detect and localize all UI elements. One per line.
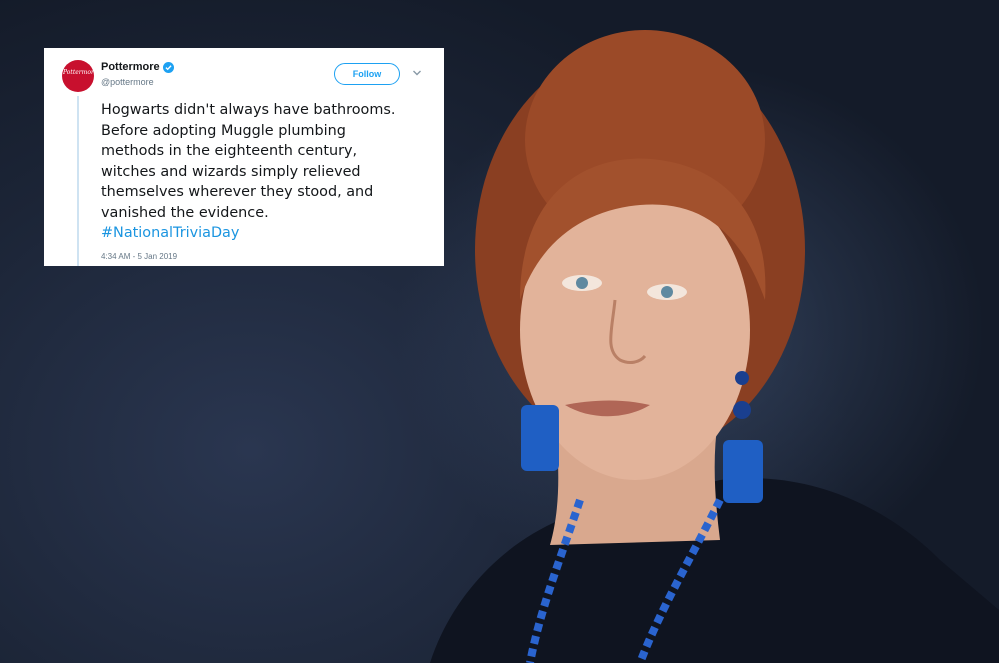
author-handle[interactable]: @pottermore [101, 77, 154, 87]
tweet-text-line: methods in the eighteenth century, [101, 143, 358, 159]
thread-line [77, 96, 79, 266]
tweet-text-line: themselves wherever they stood, and [101, 184, 374, 200]
verified-badge-icon [162, 61, 174, 73]
tweet-text-line: witches and wizards simply relieved [101, 163, 361, 180]
tweet-text-line: Hogwarts didn't always have bathrooms. [101, 102, 396, 118]
tweet-card: Pottermore Pottermore @pottermore Follow… [44, 48, 444, 266]
hashtag-link[interactable]: #NationalTriviaDay [101, 223, 431, 244]
follow-button[interactable]: Follow [334, 63, 400, 85]
tweet-text-line: Before adopting Muggle plumbing [101, 122, 346, 139]
author-row: Pottermore [101, 61, 174, 73]
avatar[interactable]: Pottermore [62, 60, 94, 92]
author-display-name[interactable]: Pottermore [101, 61, 160, 73]
avatar-logo-text: Pottermore [63, 69, 94, 76]
chevron-down-icon[interactable] [412, 68, 422, 78]
tweet-text-line: vanished the evidence. [101, 204, 269, 221]
tweet-timestamp[interactable]: 4:34 AM - 5 Jan 2019 [101, 252, 177, 261]
tweet-text: Hogwarts didn't always have bathrooms. B… [101, 100, 431, 244]
